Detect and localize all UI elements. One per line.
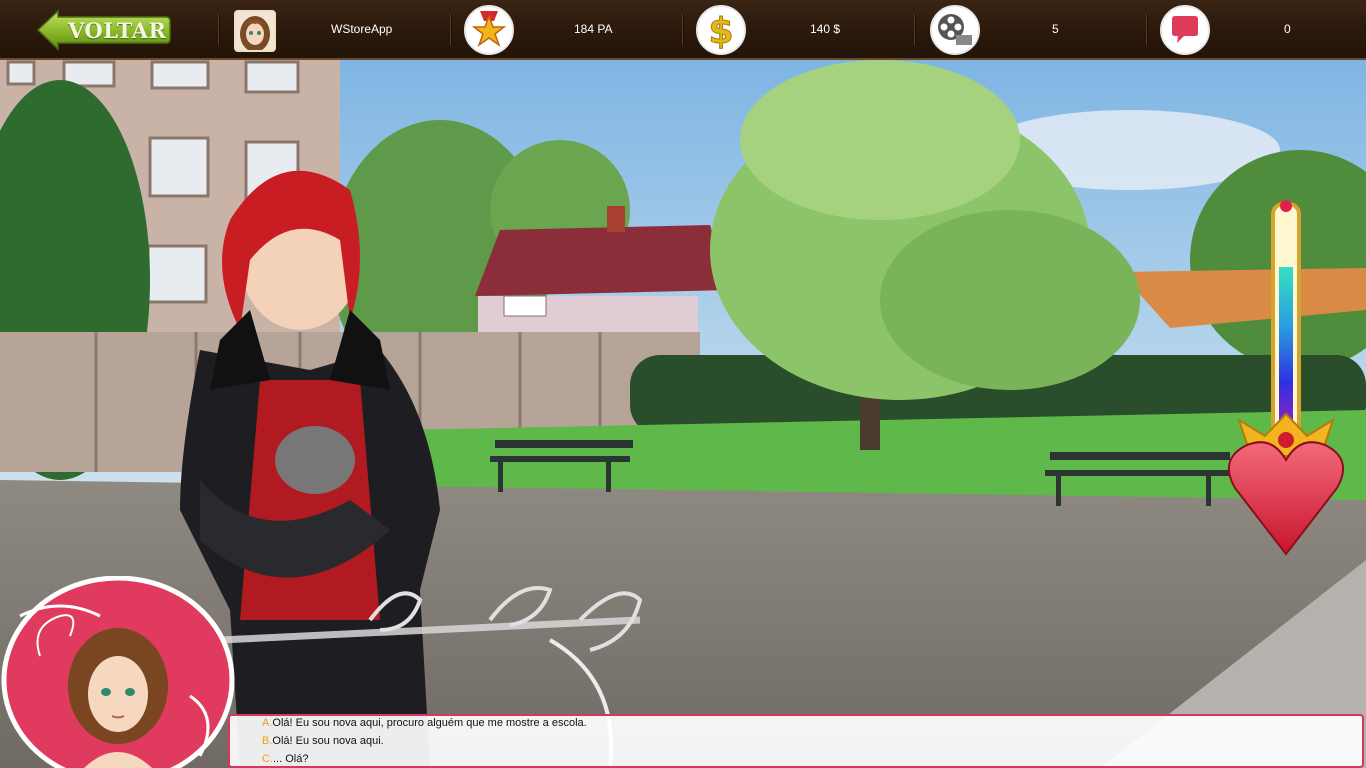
back-label: VOLTAR	[68, 18, 167, 43]
choice-text: Olá! Eu sou nova aqui.	[272, 735, 384, 747]
player-avatar[interactable]	[234, 10, 276, 52]
divider	[450, 14, 452, 46]
top-bar: VOLTAR WStoreApp 184 PA $ 140 $ 5 0	[0, 0, 1366, 60]
heroine-portrait	[0, 575, 236, 768]
star-medal-icon[interactable]	[464, 5, 514, 55]
player-name: WStoreApp	[331, 22, 393, 36]
divider	[218, 14, 220, 46]
player-avatar-image	[236, 12, 274, 50]
dialogue-choices: A.Olá! Eu sou nova aqui, procuro alguém …	[228, 714, 1364, 768]
messages-count: 0	[1284, 22, 1291, 36]
speech-bubble-icon[interactable]	[1160, 5, 1210, 55]
choice-c[interactable]: C.... Olá?	[262, 753, 308, 765]
choice-letter: C.	[262, 753, 273, 765]
film-reel-icon[interactable]	[930, 5, 980, 55]
films-count: 5	[1052, 22, 1059, 36]
back-button[interactable]: VOLTAR	[36, 9, 172, 51]
choice-text: ... Olá?	[273, 753, 309, 765]
choice-letter: A.	[262, 717, 273, 729]
action-points: 184 PA	[574, 22, 613, 36]
divider	[914, 14, 916, 46]
love-meter	[1225, 198, 1361, 558]
choice-a[interactable]: A.Olá! Eu sou nova aqui, procuro alguém …	[262, 717, 587, 729]
choice-letter: B.	[262, 735, 273, 747]
divider	[1146, 14, 1148, 46]
dollar-icon[interactable]: $	[696, 5, 746, 55]
choice-text: Olá! Eu sou nova aqui, procuro alguém qu…	[272, 717, 587, 729]
money: 140 $	[810, 22, 841, 36]
divider	[682, 14, 684, 46]
svg-text:$: $	[708, 11, 733, 52]
choice-b[interactable]: B.Olá! Eu sou nova aqui.	[262, 735, 384, 747]
